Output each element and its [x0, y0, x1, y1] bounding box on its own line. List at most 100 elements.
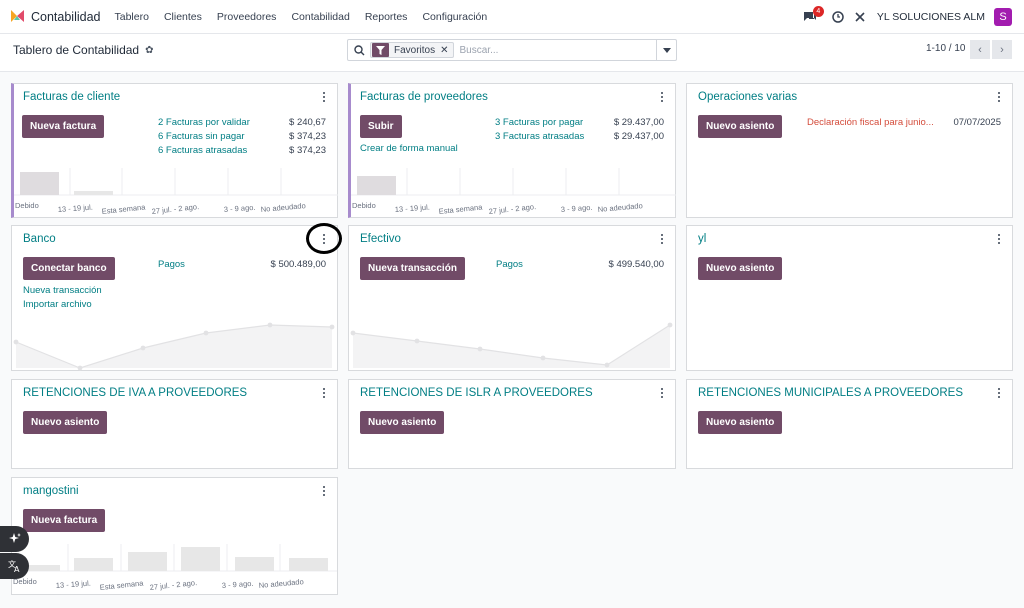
chart-bar[interactable] [74, 191, 113, 195]
chart-bar[interactable] [128, 552, 167, 571]
chart-bar[interactable] [181, 547, 220, 571]
balance-line-chart[interactable] [12, 321, 337, 371]
card-retenciones-municipales: RETENCIONES MUNICIPALES A PROVEEDORES Nu… [686, 379, 1013, 469]
card-title[interactable]: RETENCIONES MUNICIPALES A PROVEEDORES [698, 387, 963, 399]
invoice-bar-chart[interactable]: Debido 13 - 19 jul. Esta semana 27 jul. … [351, 168, 676, 218]
chart-tick-label: 13 - 19 jul. [395, 203, 431, 214]
main-menu: Tablero Clientes Proveedores Contabilida… [115, 11, 503, 23]
chart-tick-label: Esta semana [99, 578, 144, 592]
pagos-link[interactable]: Pagos [158, 259, 185, 270]
pager-value[interactable]: 1-10 / 10 [926, 43, 965, 54]
stat-link[interactable]: 6 Facturas atrasadas [158, 145, 247, 156]
balance-line-chart[interactable] [349, 321, 675, 371]
nuevo-asiento-button[interactable]: Nuevo asiento [360, 411, 445, 434]
card-title[interactable]: Efectivo [360, 233, 401, 245]
chart-bar[interactable] [289, 558, 328, 571]
company-switcher[interactable]: YL SOLUCIONES ALM [877, 11, 985, 23]
translate-icon[interactable]: 文A [0, 553, 29, 579]
avatar[interactable]: S [994, 8, 1012, 26]
chart-tick-label: No adeudado [260, 201, 306, 214]
stat-value: $ 240,67 [289, 117, 326, 128]
kebab-menu-icon[interactable] [660, 92, 664, 102]
chart-tick-label: 13 - 19 jul. [56, 579, 92, 590]
stat-link[interactable]: 2 Facturas por validar [158, 117, 250, 128]
tax-report-date: 07/07/2025 [953, 117, 1001, 128]
chart-bar[interactable] [20, 172, 59, 195]
chart-bar[interactable] [74, 558, 113, 571]
card-retenciones-iva: RETENCIONES DE IVA A PROVEEDORES Nuevo a… [11, 379, 338, 469]
stat-link[interactable]: 3 Facturas atrasadas [495, 131, 584, 142]
pager-next-button[interactable]: › [992, 40, 1012, 59]
stat-link[interactable]: 3 Facturas por pagar [495, 117, 583, 128]
menu-tablero[interactable]: Tablero [115, 11, 149, 23]
close-icon[interactable]: ✕ [440, 45, 452, 56]
menu-contabilidad[interactable]: Contabilidad [291, 11, 349, 23]
kebab-menu-icon[interactable] [322, 388, 326, 398]
stat-value: $ 29.437,00 [613, 117, 664, 128]
menu-proveedores[interactable]: Proveedores [217, 11, 277, 23]
tools-icon[interactable] [851, 8, 869, 26]
conectar-banco-button[interactable]: Conectar banco [23, 257, 115, 280]
importar-archivo-link[interactable]: Importar archivo [23, 299, 92, 310]
pager-previous-button[interactable]: ‹ [970, 40, 990, 59]
sparkle-icon[interactable] [0, 526, 29, 552]
chart-bar[interactable] [235, 557, 274, 571]
nueva-factura-button[interactable]: Nueva factura [23, 509, 106, 532]
invoice-bar-chart[interactable]: Debido 13 - 19 jul. Esta semana 27 jul. … [14, 168, 338, 218]
nuevo-asiento-button[interactable]: Nuevo asiento [698, 115, 783, 138]
chart-tick-label: Debido [15, 201, 39, 210]
nueva-factura-button[interactable]: Nueva factura [22, 115, 105, 138]
card-facturas-cliente: Facturas de cliente Nueva factura 2 Fact… [11, 83, 338, 218]
card-title[interactable]: yl [698, 233, 706, 245]
card-title[interactable]: mangostini [23, 485, 79, 497]
chat-icon[interactable]: 4 [801, 6, 824, 26]
search-icon[interactable] [348, 40, 370, 60]
subir-button[interactable]: Subir [360, 115, 402, 138]
kebab-menu-icon[interactable] [660, 388, 664, 398]
kebab-menu-icon[interactable] [322, 92, 326, 102]
card-title[interactable]: Facturas de cliente [23, 91, 120, 103]
clock-icon[interactable] [829, 8, 847, 26]
message-count-badge: 4 [812, 6, 824, 17]
card-facturas-proveedores: Facturas de proveedores Subir Crear de f… [348, 83, 676, 218]
search-bar: Favoritos ✕ [347, 39, 677, 61]
breadcrumb: Tablero de Contabilidad ✿ [13, 43, 153, 57]
card-yl: yl Nuevo asiento [686, 225, 1013, 371]
invoice-bar-chart[interactable]: Debido 13 - 19 jul. Esta semana 27 jul. … [12, 544, 337, 596]
tax-report-link[interactable]: Declaración fiscal para junio... [807, 117, 934, 128]
crear-manual-link[interactable]: Crear de forma manual [360, 143, 458, 154]
menu-configuracion[interactable]: Configuración [422, 11, 487, 23]
nueva-transaccion-link[interactable]: Nueva transacción [23, 285, 102, 296]
kebab-menu-icon[interactable] [322, 486, 326, 496]
card-retenciones-islr: RETENCIONES DE ISLR A PROVEEDORES Nuevo … [348, 379, 676, 469]
nuevo-asiento-button[interactable]: Nuevo asiento [23, 411, 108, 434]
chart-tick-label: 27 jul. - 2 ago. [488, 202, 536, 216]
kebab-menu-icon[interactable] [660, 234, 664, 244]
card-banco: Banco Conectar banco Pagos $ 500.489,00 … [11, 225, 338, 371]
chart-bar[interactable] [357, 176, 396, 195]
card-title[interactable]: Facturas de proveedores [360, 91, 488, 103]
stat-value: $ 374,23 [289, 131, 326, 142]
card-title[interactable]: Operaciones varias [698, 91, 797, 103]
nuevo-asiento-button[interactable]: Nuevo asiento [698, 257, 783, 280]
chart-tick-label: Esta semana [101, 202, 146, 216]
gear-icon[interactable]: ✿ [145, 45, 153, 56]
menu-reportes[interactable]: Reportes [365, 11, 408, 23]
kebab-menu-icon[interactable] [997, 234, 1001, 244]
app-title[interactable]: Contabilidad [31, 10, 101, 24]
pagos-link[interactable]: Pagos [496, 259, 523, 270]
card-title[interactable]: RETENCIONES DE ISLR A PROVEEDORES [360, 387, 593, 399]
menu-clientes[interactable]: Clientes [164, 11, 202, 23]
nuevo-asiento-button[interactable]: Nuevo asiento [698, 411, 783, 434]
chart-tick-label: 3 - 9 ago. [224, 203, 256, 214]
nueva-transaccion-button[interactable]: Nueva transacción [360, 257, 465, 280]
search-input[interactable] [459, 44, 650, 56]
kebab-menu-icon[interactable] [997, 92, 1001, 102]
chevron-down-icon[interactable] [656, 40, 676, 60]
control-panel: Tablero de Contabilidad ✿ Favoritos ✕ 1-… [0, 34, 1024, 72]
card-title[interactable]: RETENCIONES DE IVA A PROVEEDORES [23, 387, 247, 399]
accounting-logo-icon[interactable] [10, 9, 25, 24]
stat-link[interactable]: 6 Facturas sin pagar [158, 131, 245, 142]
kebab-menu-icon[interactable] [997, 388, 1001, 398]
card-title[interactable]: Banco [23, 233, 56, 245]
